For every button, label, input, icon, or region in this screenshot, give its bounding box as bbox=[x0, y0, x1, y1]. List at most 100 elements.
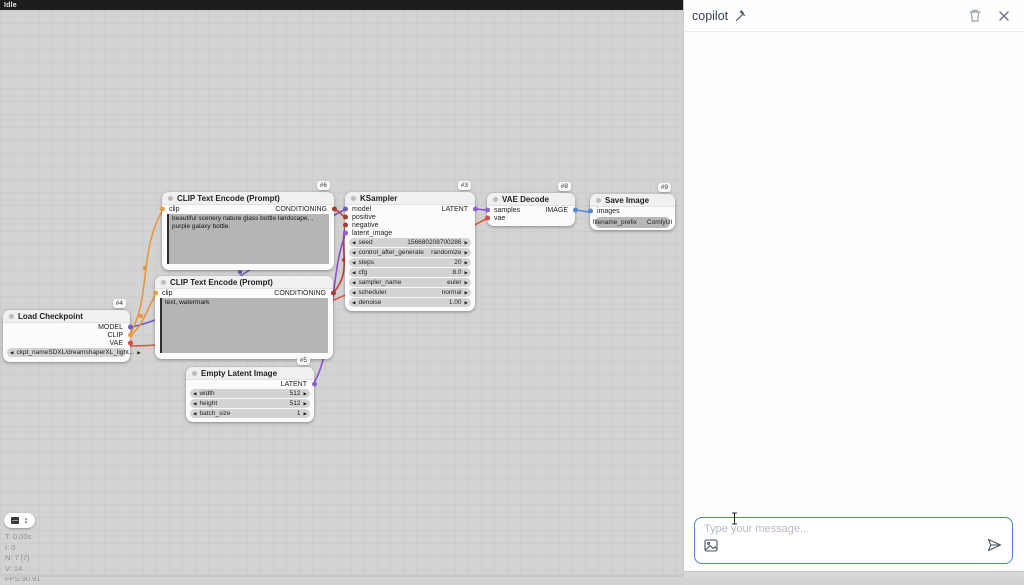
slot-dot[interactable] bbox=[160, 207, 165, 212]
widget-name: cfg bbox=[358, 269, 367, 276]
slot-dot[interactable] bbox=[343, 207, 348, 212]
output-slot-clip[interactable]: CLIP bbox=[3, 331, 130, 339]
node-title-bar[interactable]: CLIP Text Encode (Prompt) bbox=[155, 276, 333, 289]
widget-name: scheduler bbox=[358, 289, 386, 296]
output-slot-vae[interactable]: VAE bbox=[3, 339, 130, 347]
widget-steps[interactable]: steps 20 bbox=[349, 258, 471, 267]
attach-image-icon[interactable] bbox=[704, 539, 718, 557]
slot-dot[interactable] bbox=[128, 325, 133, 330]
node-clip-text-encode-negative[interactable]: CLIP Text Encode (Prompt) clip CONDITION… bbox=[155, 276, 333, 359]
node-title-bar[interactable]: Load Checkpoint bbox=[3, 310, 130, 323]
clear-chat-trash-icon[interactable] bbox=[968, 8, 982, 23]
widget-name: batch_size bbox=[199, 410, 230, 417]
slot-dot[interactable] bbox=[332, 207, 337, 212]
stat-line: N: 7 [7] bbox=[5, 553, 40, 564]
widget-seed[interactable]: seed 156680208700286 bbox=[349, 238, 471, 247]
widget-width[interactable]: width 512 bbox=[190, 389, 310, 398]
slot-row[interactable]: model LATENT bbox=[345, 205, 475, 213]
node-clip-text-encode-positive[interactable]: #6 CLIP Text Encode (Prompt) clip CONDIT… bbox=[162, 192, 334, 270]
slot-dot[interactable] bbox=[312, 382, 317, 387]
node-vae-decode[interactable]: #8 VAE Decode samples IMAGE vae bbox=[487, 193, 575, 226]
widget-control-after-generate[interactable]: control_after_generate randomize bbox=[349, 248, 471, 257]
slot-dot[interactable] bbox=[343, 231, 348, 236]
collapse-dot[interactable] bbox=[168, 196, 173, 201]
widget-value: euler bbox=[447, 279, 461, 286]
slot-dot[interactable] bbox=[343, 223, 348, 228]
slot-label: clip bbox=[169, 206, 180, 213]
node-save-image[interactable]: #9 Save Image images filename_prefix Com… bbox=[590, 194, 675, 230]
slot-row[interactable]: positive bbox=[345, 213, 475, 221]
widget-value: 156680208700286 bbox=[407, 239, 461, 246]
slot-dot[interactable] bbox=[485, 216, 490, 221]
slot-label: images bbox=[597, 208, 620, 215]
tool-hammer-icon bbox=[734, 9, 747, 22]
prompt-textarea[interactable]: beautiful scenery nature glass bottle la… bbox=[167, 214, 329, 264]
widget-sampler-name[interactable]: sampler_name euler bbox=[349, 278, 471, 287]
slot-row[interactable]: clip CONDITIONING bbox=[162, 205, 334, 213]
collapse-dot[interactable] bbox=[351, 196, 356, 201]
node-title-bar[interactable]: Save Image bbox=[590, 194, 675, 207]
node-title-bar[interactable]: KSampler bbox=[345, 192, 475, 205]
slot-row[interactable]: images bbox=[590, 207, 675, 215]
output-slot-latent[interactable]: LATENT bbox=[186, 380, 314, 388]
prompt-textarea[interactable]: text, watermark bbox=[160, 298, 328, 353]
widget-value: ComfyUI bbox=[647, 219, 672, 226]
status-text: Idle bbox=[4, 2, 17, 9]
output-slot-model[interactable]: MODEL bbox=[3, 323, 130, 331]
collapse-dot[interactable] bbox=[161, 280, 166, 285]
widget-denoise[interactable]: denoise 1.00 bbox=[349, 298, 471, 307]
node-graph-canvas[interactable]: #4 Load Checkpoint MODEL CLIP VAE ckpt_n… bbox=[0, 10, 683, 577]
widget-name: seed bbox=[358, 239, 372, 246]
node-empty-latent-image[interactable]: #5 Empty Latent Image LATENT width 512 h… bbox=[186, 367, 314, 422]
slot-dot[interactable] bbox=[331, 291, 336, 296]
up-down-arrows-icon[interactable] bbox=[24, 516, 29, 525]
widget-ckpt-name[interactable]: ckpt_name SDXL/dreamshaperXL_light... bbox=[7, 348, 126, 357]
slot-dot[interactable] bbox=[128, 333, 133, 338]
widget-name: ckpt_name bbox=[16, 349, 48, 356]
node-load-checkpoint[interactable]: #4 Load Checkpoint MODEL CLIP VAE ckpt_n… bbox=[3, 310, 130, 362]
slot-row[interactable]: negative bbox=[345, 221, 475, 229]
message-input-box[interactable] bbox=[694, 517, 1013, 564]
slot-dot[interactable] bbox=[473, 207, 478, 212]
wire-dot bbox=[143, 266, 147, 270]
wire-dot bbox=[139, 314, 143, 318]
node-ksampler[interactable]: #3 KSampler model LATENT positive negati… bbox=[345, 192, 475, 311]
slot-dot[interactable] bbox=[343, 215, 348, 220]
slot-dot[interactable] bbox=[588, 209, 593, 214]
slot-dot[interactable] bbox=[485, 208, 490, 213]
slot-row[interactable]: vae bbox=[487, 214, 575, 222]
image-preview-icon[interactable] bbox=[11, 517, 19, 524]
node-id-badge: #8 bbox=[558, 182, 571, 191]
collapse-dot[interactable] bbox=[192, 371, 197, 376]
widget-value: 1.00 bbox=[449, 299, 462, 306]
widget-batch-size[interactable]: batch_size 1 bbox=[190, 409, 310, 418]
slot-row[interactable]: clip CONDITIONING bbox=[155, 289, 333, 297]
widget-value: 20 bbox=[454, 259, 461, 266]
slot-dot[interactable] bbox=[128, 341, 133, 346]
canvas-toolbar-pill[interactable] bbox=[4, 513, 35, 528]
widget-cfg[interactable]: cfg 8.0 bbox=[349, 268, 471, 277]
collapse-dot[interactable] bbox=[596, 198, 601, 203]
slot-dot[interactable] bbox=[573, 208, 578, 213]
message-input[interactable] bbox=[704, 523, 1003, 535]
widget-name: control_after_generate bbox=[358, 249, 423, 256]
node-id-badge: #6 bbox=[317, 181, 330, 190]
close-panel-icon[interactable] bbox=[998, 10, 1010, 22]
collapse-dot[interactable] bbox=[493, 197, 498, 202]
widget-name: sampler_name bbox=[358, 279, 401, 286]
slot-dot[interactable] bbox=[153, 291, 158, 296]
slot-row[interactable]: samples IMAGE bbox=[487, 206, 575, 214]
slot-row[interactable]: latent_image bbox=[345, 229, 475, 237]
slot-label: negative bbox=[352, 222, 378, 229]
node-title: CLIP Text Encode (Prompt) bbox=[177, 194, 280, 203]
collapse-dot[interactable] bbox=[9, 314, 14, 319]
widget-name: height bbox=[199, 400, 217, 407]
node-title-bar[interactable]: Empty Latent Image bbox=[186, 367, 314, 380]
widget-value: 512 bbox=[290, 400, 301, 407]
node-title-bar[interactable]: CLIP Text Encode (Prompt) bbox=[162, 192, 334, 205]
widget-height[interactable]: height 512 bbox=[190, 399, 310, 408]
send-message-icon[interactable] bbox=[987, 538, 1002, 557]
widget-scheduler[interactable]: scheduler normal bbox=[349, 288, 471, 297]
widget-filename-prefix[interactable]: filename_prefix ComfyUI bbox=[595, 217, 670, 228]
node-title-bar[interactable]: VAE Decode bbox=[487, 193, 575, 206]
